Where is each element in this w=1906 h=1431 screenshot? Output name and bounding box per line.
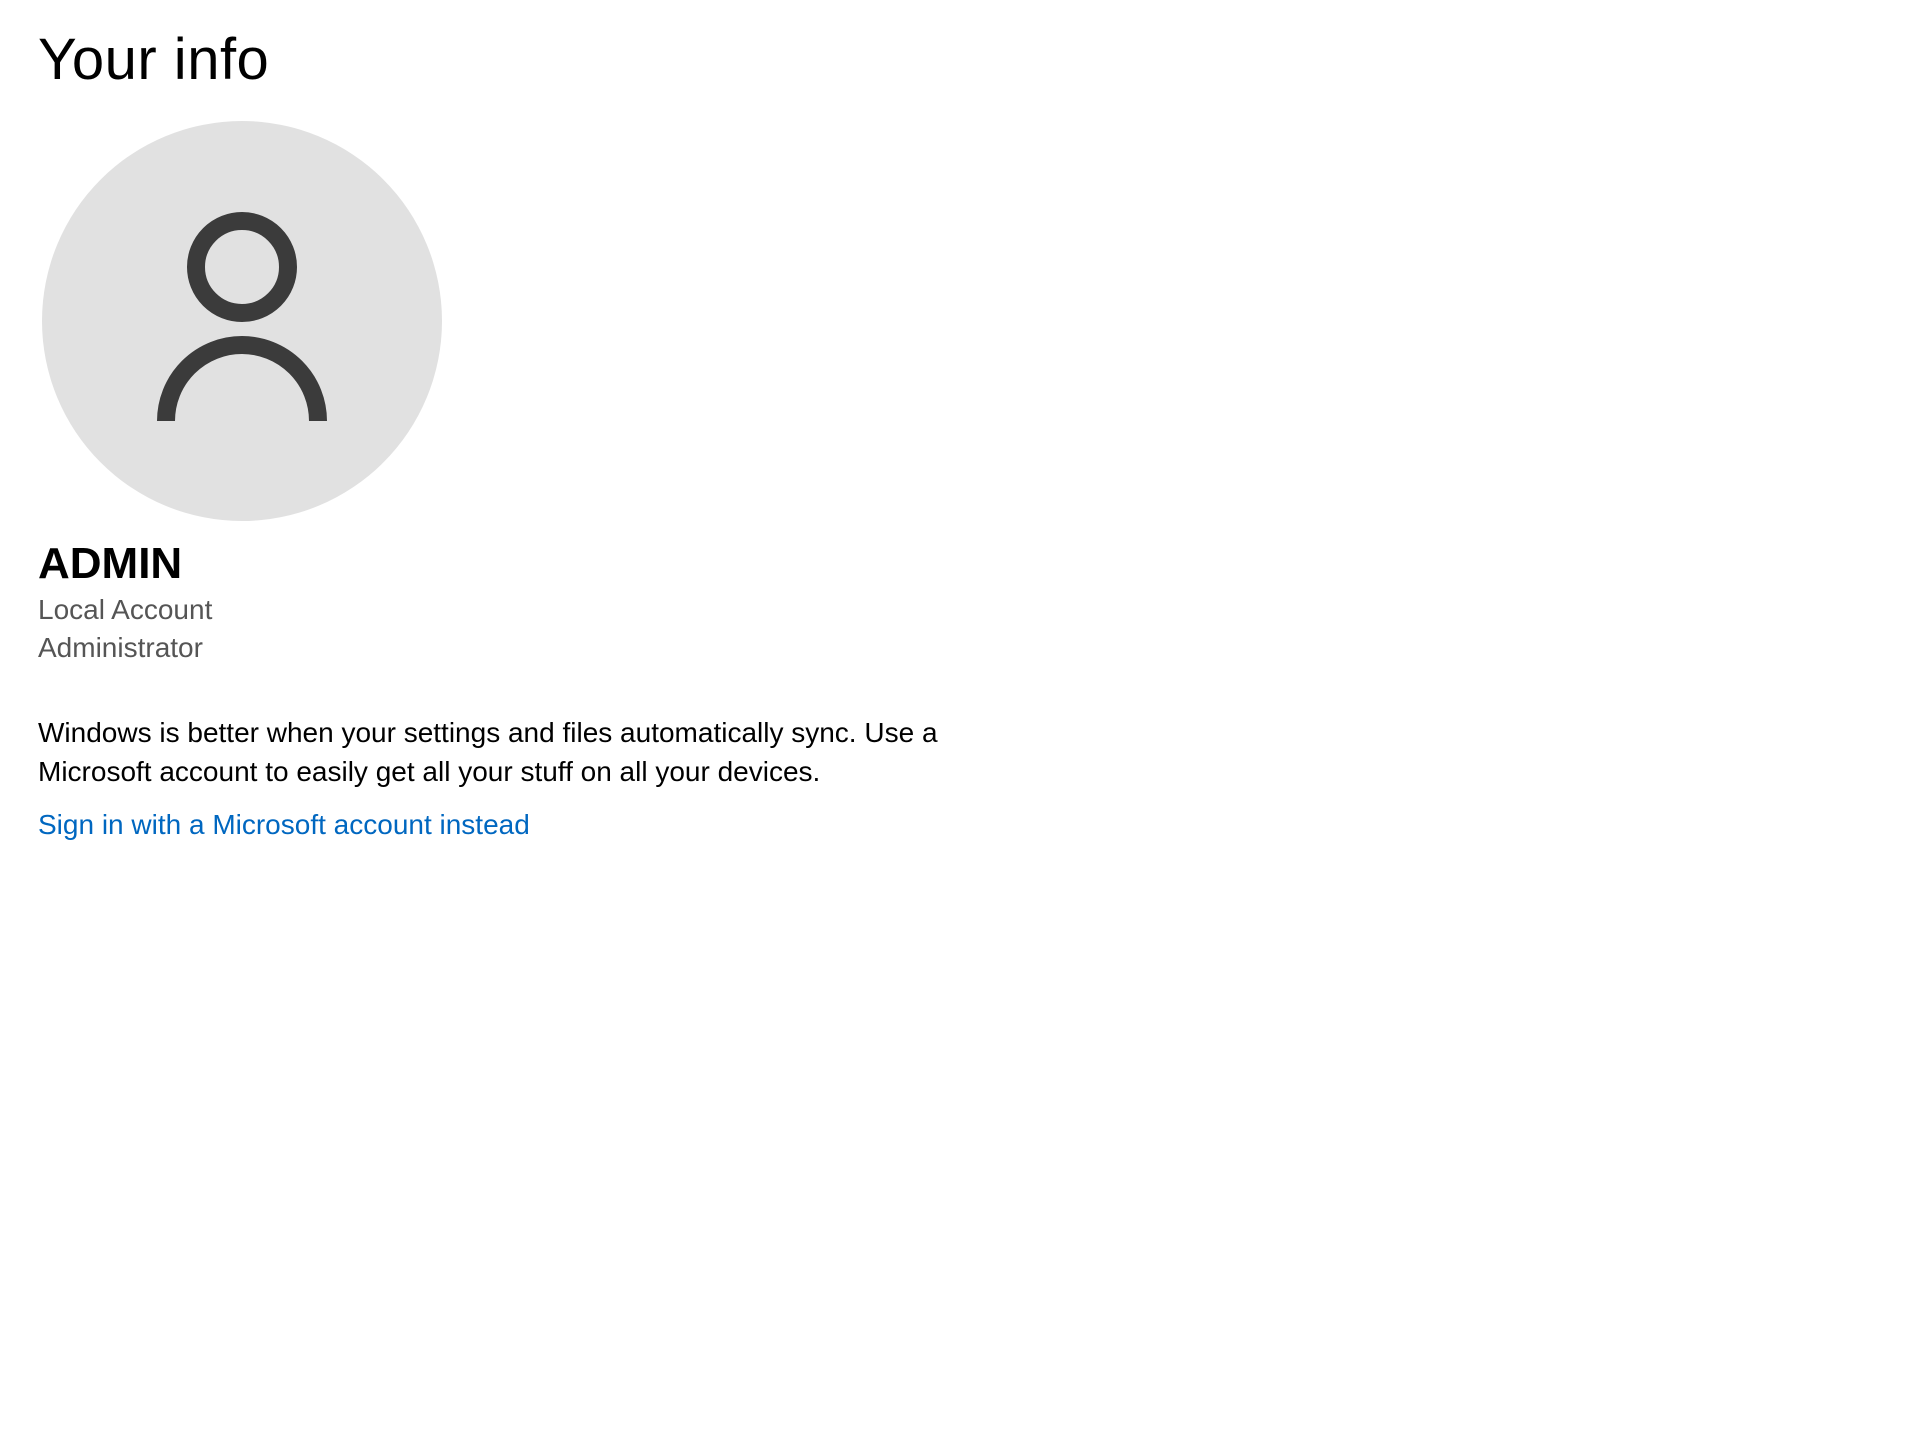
person-icon xyxy=(142,211,342,431)
account-name: ADMIN xyxy=(38,539,1868,589)
account-type: Local Account xyxy=(38,591,1868,629)
sync-description: Windows is better when your settings and… xyxy=(38,713,1038,791)
avatar xyxy=(42,121,442,521)
account-role: Administrator xyxy=(38,629,1868,667)
page-title: Your info xyxy=(38,26,1868,93)
signin-microsoft-link[interactable]: Sign in with a Microsoft account instead xyxy=(38,809,530,841)
